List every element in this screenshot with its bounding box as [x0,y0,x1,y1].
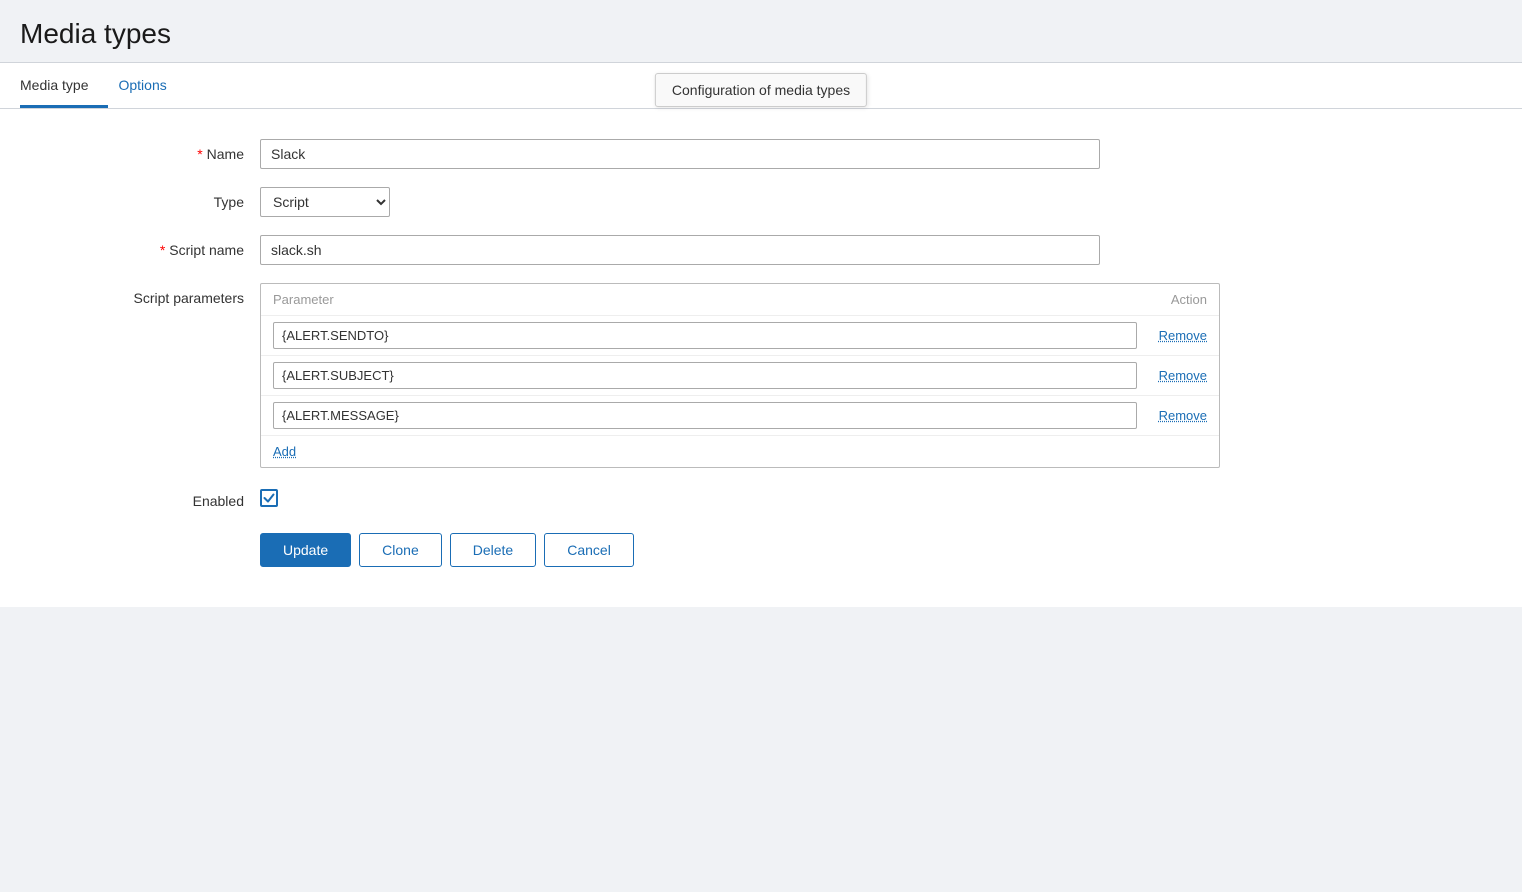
clone-button[interactable]: Clone [359,533,442,567]
buttons-row: Update Clone Delete Cancel [260,533,1502,587]
param-input-3[interactable] [273,402,1137,429]
enabled-checkbox-wrapper [260,489,278,507]
param-input-2[interactable] [273,362,1137,389]
update-button[interactable]: Update [260,533,351,567]
remove-button-2[interactable]: Remove [1137,368,1207,383]
page-header: Media types [0,0,1522,63]
action-col-header: Action [1127,292,1207,307]
param-col-header: Parameter [273,292,1127,307]
param-row-3: Remove [261,396,1219,436]
cancel-button[interactable]: Cancel [544,533,634,567]
tooltip-box: Configuration of media types [655,73,867,107]
add-param-row: Add [261,436,1219,467]
param-row-2: Remove [261,356,1219,396]
script-params-row: Script parameters Parameter Action Remov… [20,283,1502,468]
page-title: Media types [20,18,1502,50]
tab-bar: Media type Options Configuration of medi… [0,63,1522,109]
name-input[interactable] [260,139,1100,169]
script-params-label: Script parameters [20,283,260,306]
remove-button-3[interactable]: Remove [1137,408,1207,423]
script-name-input[interactable] [260,235,1100,265]
param-input-1[interactable] [273,322,1137,349]
remove-button-1[interactable]: Remove [1137,328,1207,343]
name-row: *Name [20,139,1502,169]
enabled-label: Enabled [20,486,260,509]
script-name-label: *Script name [20,235,260,258]
script-name-row: *Script name [20,235,1502,265]
form-area: *Name Type Script Email SMS Jabber Ez Te… [0,109,1522,607]
delete-button[interactable]: Delete [450,533,536,567]
tab-options[interactable]: Options [118,63,186,108]
script-params-container: Parameter Action Remove Remove Remove [260,283,1220,468]
param-row-1: Remove [261,316,1219,356]
type-label: Type [20,187,260,210]
enabled-checkbox[interactable] [260,489,278,507]
name-label: *Name [20,139,260,162]
required-star: * [197,146,202,162]
checkmark-icon [263,492,275,504]
main-content: Media type Options Configuration of medi… [0,63,1522,607]
type-select[interactable]: Script Email SMS Jabber Ez Texting [260,187,390,217]
enabled-row: Enabled [20,486,1502,509]
tab-media-type[interactable]: Media type [20,63,108,108]
type-row: Type Script Email SMS Jabber Ez Texting [20,187,1502,217]
params-header: Parameter Action [261,284,1219,316]
add-param-button[interactable]: Add [261,436,308,467]
required-star-2: * [160,242,165,258]
